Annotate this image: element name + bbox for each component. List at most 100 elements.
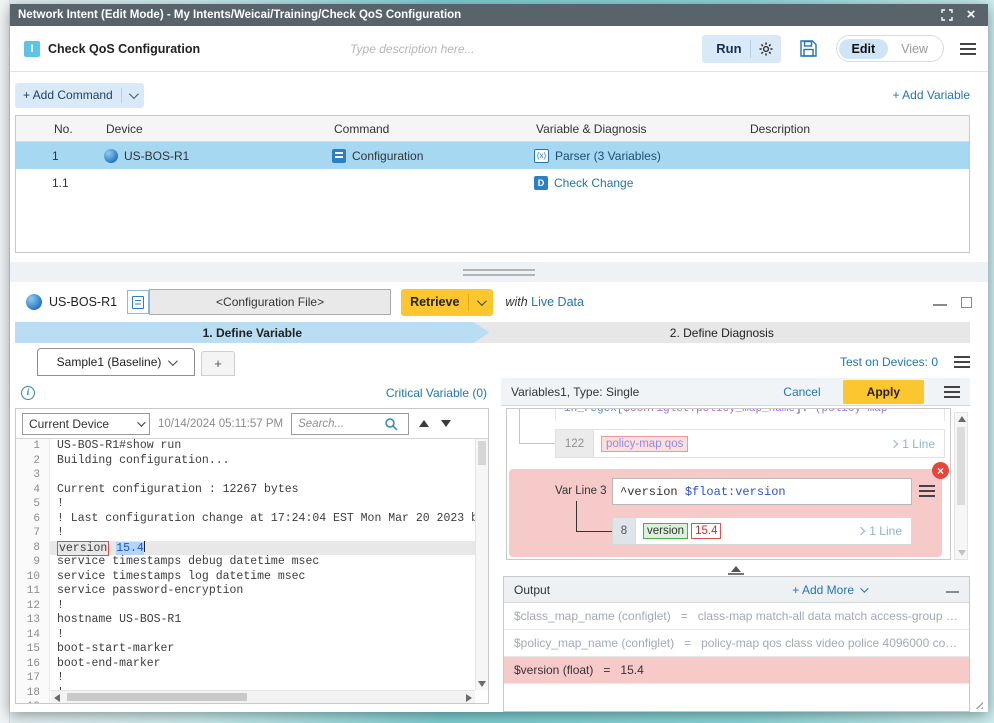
tab-sample1-baseline[interactable]: Sample1 (Baseline) <box>37 348 195 376</box>
table-row[interactable]: 1 US-BOS-R1 Configuration (x)Parser (3 V… <box>16 142 969 169</box>
step-define-variable[interactable]: 1. Define Variable <box>15 322 490 343</box>
device-select[interactable]: Current Device <box>22 413 150 435</box>
parser-link[interactable]: Parser (3 Variables) <box>555 149 661 163</box>
device-select-chevron-icon[interactable] <box>137 418 145 426</box>
expand-one-line[interactable]: 1 Line <box>858 524 902 538</box>
critical-variable-link[interactable]: Critical Variable (0) <box>386 386 487 400</box>
sample-menu-icon[interactable] <box>954 356 970 368</box>
search-input[interactable] <box>298 418 384 430</box>
search-icon[interactable] <box>384 417 398 431</box>
code-line[interactable]: 8version 15.4 <box>16 541 475 556</box>
tree-vertical-scrollbar[interactable] <box>954 412 968 560</box>
find-next-icon[interactable] <box>439 417 453 431</box>
tree-vscroll-thumb[interactable] <box>957 427 965 505</box>
row-no: 1.1 <box>52 176 104 190</box>
run-button[interactable]: Run <box>710 41 749 56</box>
code-line[interactable]: 9service timestamps debug datetime msec <box>16 555 475 570</box>
code-line[interactable]: 5! <box>16 497 475 512</box>
matched-line-8[interactable]: 8 version 15.4 1 Line <box>612 517 912 545</box>
step-define-diagnosis[interactable]: 2. Define Diagnosis <box>474 322 970 343</box>
output-row-highlighted[interactable]: $version (float) = 15.4 <box>504 657 969 684</box>
matched-keyword: version <box>57 541 109 556</box>
code-line[interactable]: 14! <box>16 628 475 643</box>
device-icon <box>26 294 42 310</box>
code-line[interactable]: 15boot-start-marker <box>16 642 475 657</box>
edit-toggle[interactable]: Edit <box>839 39 889 59</box>
scroll-left-icon[interactable] <box>54 694 60 702</box>
line-number: 18 <box>16 686 50 701</box>
add-more-button[interactable]: + Add More <box>792 583 866 597</box>
scroll-down-icon[interactable] <box>958 550 966 556</box>
code-line[interactable]: 2Building configuration... <box>16 454 475 469</box>
code-line[interactable]: 7! <box>16 526 475 541</box>
var-connector <box>576 501 577 531</box>
code-line[interactable]: 1US-BOS-R1#show run <box>16 439 475 454</box>
code-line[interactable]: 3 <box>16 468 475 483</box>
editor-vertical-scrollbar[interactable] <box>475 439 488 690</box>
hscroll-thumb[interactable] <box>67 693 247 701</box>
add-command-button[interactable]: + Add Command <box>15 83 144 108</box>
output-row[interactable]: $class_map_name (configlet) = class-map … <box>504 603 969 630</box>
code-line[interactable]: 16boot-end-marker <box>16 657 475 672</box>
cancel-button[interactable]: Cancel <box>783 385 820 399</box>
panel-maximize-icon[interactable] <box>961 297 972 308</box>
header-menu-icon[interactable] <box>960 43 976 55</box>
configuration-file-icon[interactable] <box>127 290 149 314</box>
chevron-right-icon <box>890 439 898 447</box>
code-line[interactable]: 4Current configuration : 12267 bytes <box>16 483 475 498</box>
scroll-down-icon[interactable] <box>478 681 486 687</box>
output-collapse-handle[interactable] <box>501 564 970 576</box>
code-line[interactable]: 12! <box>16 599 475 614</box>
code-line[interactable]: 17! <box>16 671 475 686</box>
expand-one-line[interactable]: 1 Line <box>891 437 935 451</box>
code-line[interactable]: 13hostname US-BOS-R1 <box>16 613 475 628</box>
configuration-icon <box>332 149 346 163</box>
table-row[interactable]: 1.1 DCheck Change <box>16 169 969 196</box>
check-change-link[interactable]: Check Change <box>554 176 633 190</box>
add-command-chevron-icon[interactable] <box>129 89 139 99</box>
pattern-input[interactable]: ^version $float:version <box>612 478 912 505</box>
apply-button[interactable]: Apply <box>843 380 924 404</box>
horizontal-splitter[interactable] <box>10 262 988 282</box>
fullscreen-icon[interactable] <box>938 7 956 23</box>
variable-title: Variables1, Type: Single <box>511 385 639 399</box>
clipped-pattern-row[interactable]: in_regex[$configlet:policy_map_name]: (p… <box>555 409 945 421</box>
scroll-up-icon[interactable] <box>958 416 966 422</box>
description-input[interactable] <box>350 42 702 56</box>
line-text: boot-end-marker <box>50 657 161 672</box>
parser-tree: in_regex[$configlet:policy_map_name]: (p… <box>506 408 951 560</box>
editor-horizontal-scrollbar[interactable] <box>51 690 475 703</box>
live-data-link[interactable]: Live Data <box>531 295 584 309</box>
test-on-devices-link[interactable]: Test on Devices: 0 <box>840 355 938 369</box>
code-line[interactable]: 6! Last configuration change at 17:24:04… <box>16 512 475 527</box>
line-text: ! Last configuration change at 17:24:04 … <box>50 512 488 527</box>
close-icon[interactable]: × <box>962 7 980 23</box>
code-line[interactable]: 10service timestamps log datetime msec <box>16 570 475 585</box>
sample-tab-chevron-icon[interactable] <box>168 356 178 366</box>
code-editor[interactable]: 1US-BOS-R1#show run2Building configurati… <box>16 439 488 703</box>
matched-line-122[interactable]: 122 policy-map qos 1 Line <box>555 429 945 458</box>
add-sample-tab[interactable]: + <box>201 351 235 376</box>
info-icon[interactable]: i <box>21 386 35 400</box>
search-box <box>291 413 409 435</box>
output-row[interactable]: $policy_map_name (configlet) = policy-ma… <box>504 630 969 657</box>
clipped-text: in_regex[ <box>564 409 623 415</box>
run-settings-gear-icon[interactable] <box>759 42 773 56</box>
configuration-file-selector[interactable]: <Configuration File> <box>149 289 391 315</box>
line-number: 11 <box>16 584 50 599</box>
save-icon[interactable] <box>799 39 818 58</box>
output-minimize-icon[interactable] <box>946 591 959 593</box>
delete-variable-icon[interactable]: × <box>932 462 949 479</box>
view-toggle[interactable]: View <box>888 39 941 59</box>
variable-menu-icon[interactable] <box>944 386 960 398</box>
col-device: Device <box>104 122 332 136</box>
panel-minimize-icon[interactable] <box>933 304 947 306</box>
scroll-right-icon[interactable] <box>466 694 472 702</box>
vscroll-thumb[interactable] <box>478 441 486 465</box>
code-line[interactable]: 11service password-encryption <box>16 584 475 599</box>
retrieve-button[interactable]: Retrieve <box>401 289 493 316</box>
pattern-menu-icon[interactable] <box>919 485 935 497</box>
find-previous-icon[interactable] <box>417 417 431 431</box>
retrieve-chevron-icon[interactable] <box>477 296 487 306</box>
add-variable-link[interactable]: + Add Variable <box>892 88 970 102</box>
